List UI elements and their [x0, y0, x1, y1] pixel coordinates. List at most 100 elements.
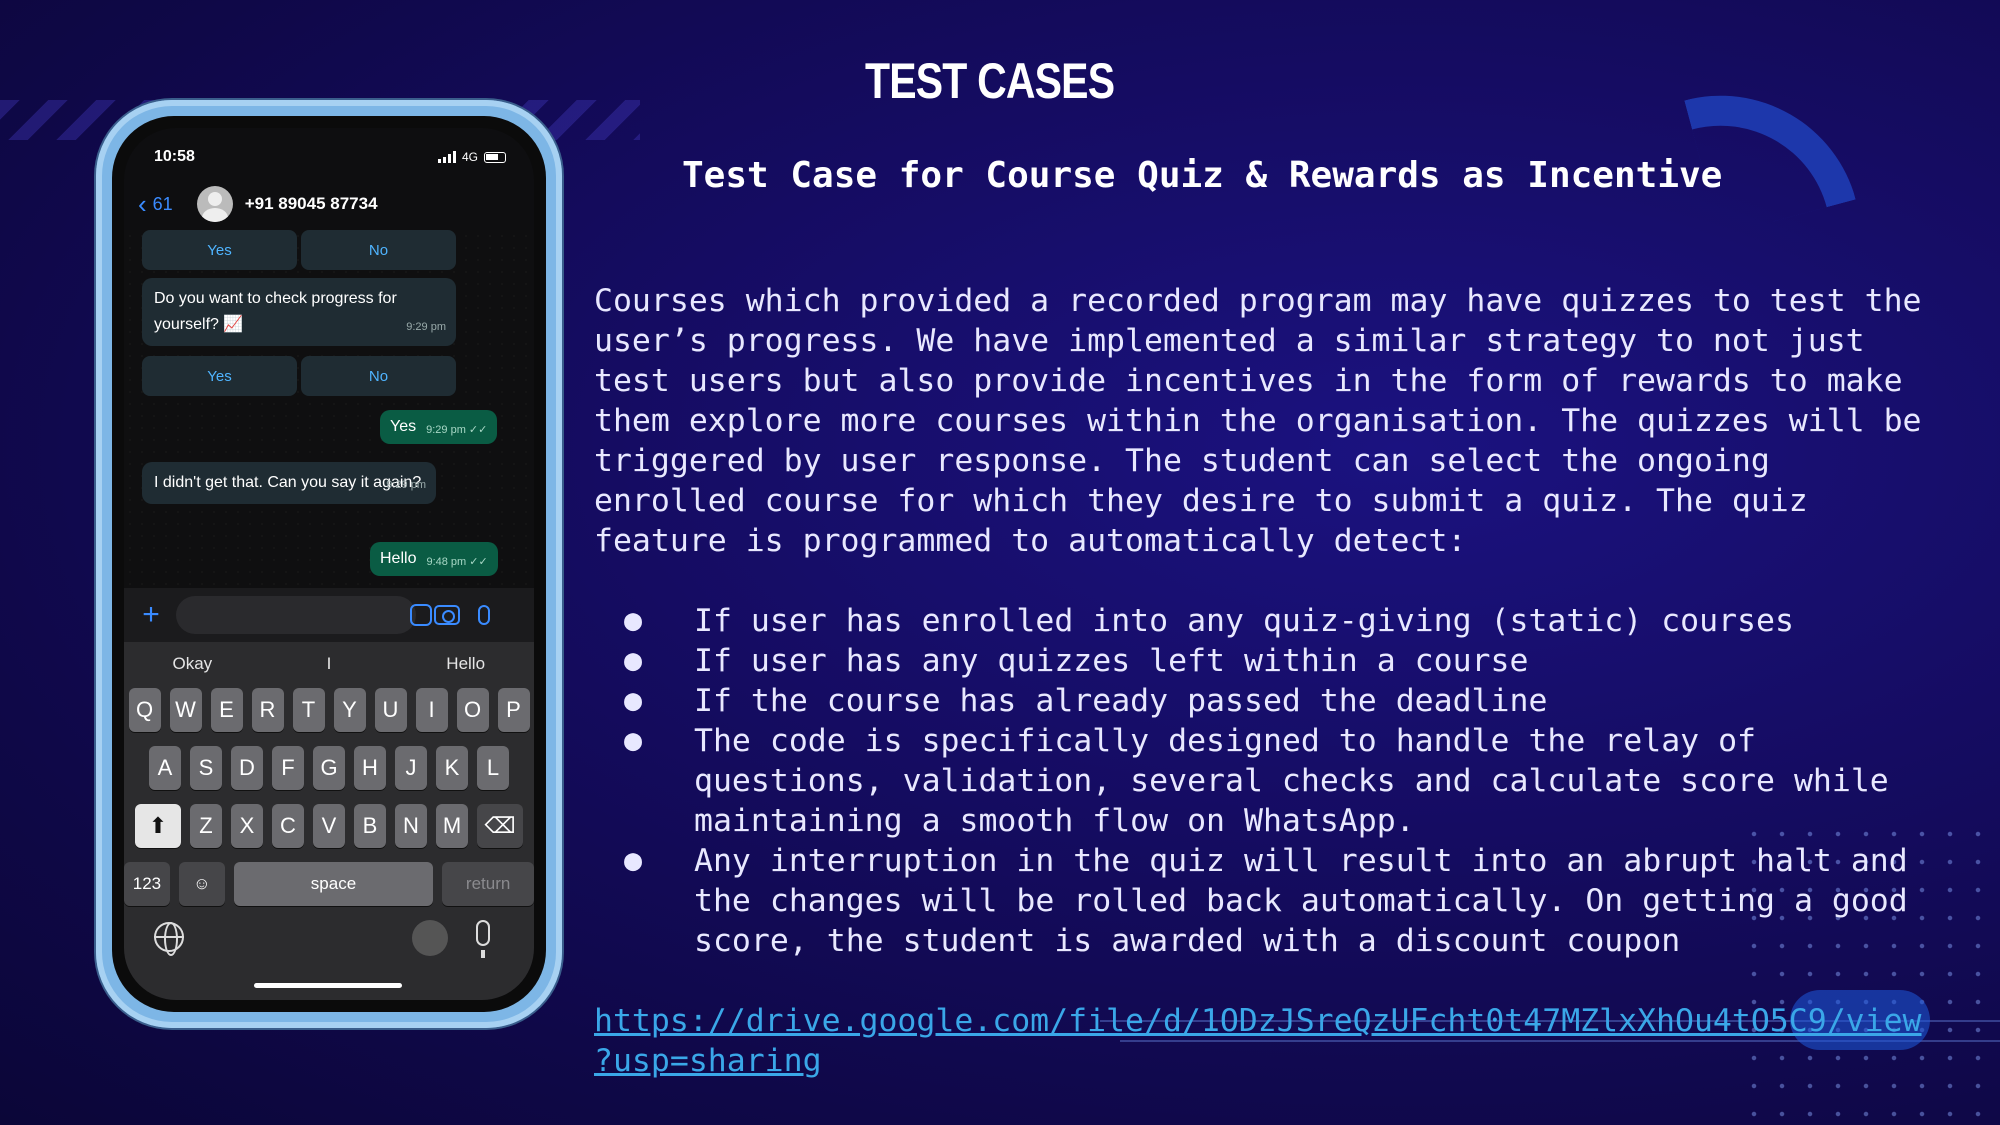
- phone-bezel: 10:58 4G ‹ 61 +91 89045 87734 Yes No Do …: [112, 116, 546, 1012]
- bullet-text: The code is specifically designed to han…: [694, 723, 1889, 839]
- keyboard-suggestions: Okay I Hello: [124, 642, 534, 686]
- suggestion-item[interactable]: I: [261, 654, 398, 674]
- phone-screen: 10:58 4G ‹ 61 +91 89045 87734 Yes No Do …: [124, 128, 534, 1000]
- key[interactable]: O: [456, 688, 489, 732]
- key[interactable]: K: [436, 746, 468, 790]
- chevron-left-icon: ‹: [138, 189, 147, 219]
- key[interactable]: T: [292, 688, 325, 732]
- message-outgoing: Yes 9:29 pm ✓✓: [380, 410, 498, 444]
- sticker-icon[interactable]: [410, 604, 432, 626]
- list-item: ● If the course has already passed the de…: [594, 681, 1994, 721]
- keyboard-row-4: 123 ☺ space return: [124, 862, 534, 906]
- camera-icon[interactable]: [434, 605, 460, 625]
- delete-key[interactable]: ⌫: [477, 804, 523, 848]
- globe-icon[interactable]: [154, 922, 184, 956]
- unread-count: 61: [152, 193, 173, 214]
- key[interactable]: J: [395, 746, 427, 790]
- key[interactable]: M: [436, 804, 468, 848]
- key[interactable]: Q: [128, 688, 161, 732]
- key[interactable]: C: [272, 804, 304, 848]
- keyboard-bottom-bar: [124, 916, 534, 960]
- slide-subtitle: Test Case for Course Quiz & Rewards as I…: [682, 155, 1723, 196]
- chat-header: ‹ 61 +91 89045 87734: [124, 184, 534, 224]
- list-item: ● The code is specifically designed to ha…: [594, 721, 1994, 841]
- key[interactable]: X: [231, 804, 263, 848]
- key[interactable]: A: [149, 746, 181, 790]
- bullet-text: If the course has already passed the dea…: [694, 683, 1548, 719]
- key[interactable]: S: [190, 746, 222, 790]
- network-label: 4G: [461, 150, 478, 164]
- bullet-text: If user has enrolled into any quiz-givin…: [694, 603, 1794, 639]
- message-text: Yes: [390, 418, 417, 435]
- bullet-text: Any interruption in the quiz will result…: [694, 843, 1908, 959]
- contact-name[interactable]: +91 89045 87734: [245, 194, 378, 214]
- key[interactable]: L: [477, 746, 509, 790]
- key[interactable]: V: [313, 804, 345, 848]
- back-button[interactable]: ‹ 61: [138, 191, 173, 217]
- quick-reply-yes[interactable]: Yes: [142, 230, 297, 270]
- space-key[interactable]: space: [233, 862, 434, 906]
- shift-key[interactable]: ⬆: [135, 804, 181, 848]
- numbers-key[interactable]: 123: [124, 862, 170, 906]
- list-item: ● If user has enrolled into any quiz-givi…: [594, 601, 1994, 641]
- message-time: 9:29 pm ✓✓: [426, 424, 488, 436]
- message-outgoing: Hello 9:48 pm ✓✓: [370, 542, 498, 576]
- quick-reply-yes[interactable]: Yes: [142, 356, 297, 396]
- bullet-text: If user has any quizzes left within a co…: [694, 643, 1529, 679]
- key[interactable]: R: [251, 688, 284, 732]
- body-paragraph: Courses which provided a recorded progra…: [594, 283, 1922, 559]
- key[interactable]: F: [272, 746, 304, 790]
- home-indicator[interactable]: [254, 983, 402, 988]
- avatar[interactable]: [196, 186, 233, 222]
- suggestion-item[interactable]: Hello: [397, 654, 534, 674]
- message-text: Hello: [380, 550, 417, 567]
- key[interactable]: N: [395, 804, 427, 848]
- message-incoming: Do you want to check progress for yourse…: [142, 278, 456, 346]
- bullet-icon: ●: [624, 643, 643, 678]
- key[interactable]: D: [231, 746, 263, 790]
- on-screen-keyboard: Okay I Hello Q W E R T Y U I O P A S D F…: [124, 642, 534, 1000]
- key[interactable]: Z: [190, 804, 222, 848]
- feature-bullet-list: ● If user has enrolled into any quiz-givi…: [594, 601, 1994, 961]
- bullet-icon: ●: [624, 603, 643, 638]
- keyboard-row-1: Q W E R T Y U I O P: [124, 688, 534, 732]
- return-key[interactable]: return: [442, 862, 534, 906]
- quick-reply-row: Yes No: [142, 356, 456, 396]
- status-time: 10:58: [154, 148, 195, 165]
- key[interactable]: G: [313, 746, 345, 790]
- key[interactable]: H: [354, 746, 386, 790]
- status-indicators: 4G: [437, 150, 506, 164]
- key[interactable]: I: [415, 688, 448, 732]
- key[interactable]: P: [497, 688, 530, 732]
- suggestion-item[interactable]: Okay: [124, 654, 261, 674]
- message-time: 9:29 pm: [386, 479, 426, 491]
- drive-link[interactable]: https://drive.google.com/file/d/1ODzJSre…: [594, 1001, 2000, 1081]
- slide-title: TEST CASES: [865, 53, 1115, 109]
- bullet-icon: ●: [624, 723, 643, 758]
- chat-messages[interactable]: Yes No Do you want to check progress for…: [124, 230, 534, 588]
- message-input[interactable]: [176, 596, 416, 634]
- signal-icon: [437, 151, 456, 163]
- microphone-icon[interactable]: [478, 605, 490, 625]
- message-time: 9:48 pm ✓✓: [426, 556, 488, 568]
- message-time: 9:29 pm: [406, 321, 446, 333]
- bullet-icon: ●: [624, 843, 643, 878]
- status-bar: 10:58 4G: [124, 148, 534, 172]
- quick-reply-no[interactable]: No: [301, 356, 456, 396]
- message-composer: +: [124, 588, 534, 642]
- dictation-indicator: [412, 920, 448, 956]
- plus-icon[interactable]: +: [138, 598, 164, 632]
- list-item: ● Any interruption in the quiz will resul…: [594, 841, 1994, 961]
- list-item: ● If user has any quizzes left within a c…: [594, 641, 1994, 681]
- emoji-key[interactable]: ☺: [178, 862, 225, 906]
- quick-reply-no[interactable]: No: [301, 230, 456, 270]
- message-incoming: I didn't get that. Can you say it again?…: [142, 462, 436, 504]
- keyboard-row-3: ⬆ Z X C V B N M ⌫: [124, 804, 534, 848]
- key[interactable]: E: [210, 688, 243, 732]
- key[interactable]: B: [354, 804, 386, 848]
- key[interactable]: U: [374, 688, 407, 732]
- key[interactable]: Y: [333, 688, 366, 732]
- key[interactable]: W: [169, 688, 202, 732]
- battery-icon: [484, 151, 506, 163]
- microphone-icon[interactable]: [476, 920, 490, 958]
